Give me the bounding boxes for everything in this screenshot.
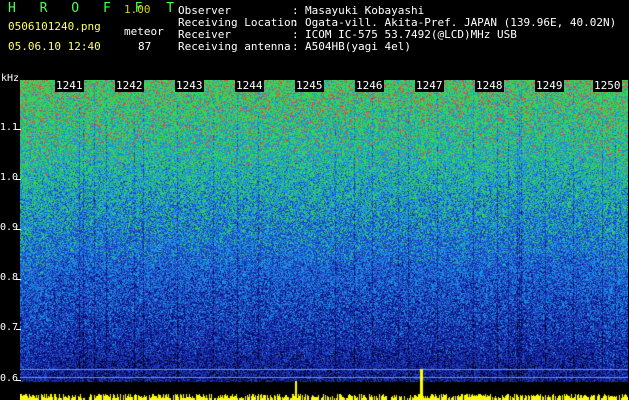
y-tick-label: 0.7 xyxy=(0,322,19,333)
y-tick-mark xyxy=(16,229,21,230)
app-version: 1.00 xyxy=(124,3,151,16)
antenna-value: A504HB(yagi 4el) xyxy=(305,40,411,53)
spectrogram-canvas xyxy=(20,80,628,400)
y-tick-label: 0.6 xyxy=(0,373,19,384)
time-label: 1244 xyxy=(235,79,264,92)
y-tick-mark xyxy=(16,329,21,330)
y-tick-mark xyxy=(16,179,21,180)
time-label: 1248 xyxy=(475,79,504,92)
time-label: 1250 xyxy=(593,79,622,92)
time-label: 1249 xyxy=(535,79,564,92)
y-axis-unit: kHz xyxy=(1,73,20,84)
time-label: 1242 xyxy=(115,79,144,92)
y-tick-label: 1.0 xyxy=(0,172,19,183)
time-label: 1243 xyxy=(175,79,204,92)
app-title: H R O F F T xyxy=(8,1,183,16)
y-tick-label: 1.1 xyxy=(0,122,19,133)
y-tick-mark xyxy=(16,279,21,280)
y-tick-label: 0.9 xyxy=(0,222,19,233)
time-label: 1247 xyxy=(415,79,444,92)
capture-datetime: 05.06.10 12:40 xyxy=(8,40,101,53)
file-name: 0506101240.png xyxy=(8,20,101,33)
time-label: 1245 xyxy=(295,79,324,92)
meteor-count-value: 87 xyxy=(138,40,152,53)
time-label: 1246 xyxy=(355,79,384,92)
y-tick-mark xyxy=(16,380,21,381)
antenna-label: Receiving antenna xyxy=(178,40,291,53)
meteor-count-label: meteor xyxy=(124,25,164,38)
y-tick-mark xyxy=(16,129,21,130)
y-tick-label: 0.8 xyxy=(0,272,19,283)
antenna-separator: : xyxy=(292,40,299,53)
time-label: 1241 xyxy=(55,79,84,92)
